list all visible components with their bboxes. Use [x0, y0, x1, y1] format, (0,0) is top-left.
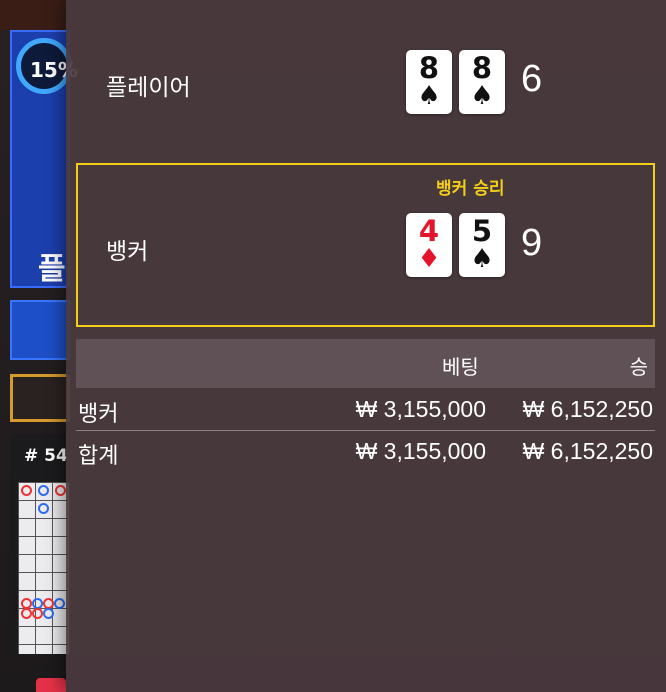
spade-icon: ♠: [417, 81, 441, 111]
roadmap-label: # 54: [24, 446, 68, 466]
player-score: 6: [521, 58, 543, 100]
total-row-label: 합계: [78, 444, 119, 469]
spade-icon: ♠: [470, 81, 494, 111]
background-top-strip: [0, 0, 70, 30]
card-rank: 8: [471, 51, 493, 85]
road-dot: [43, 608, 54, 619]
road-dot: [32, 608, 43, 619]
road-dot: [55, 485, 66, 496]
bet-table-header: [76, 339, 655, 388]
player-card-2: 8 ♠: [459, 50, 505, 114]
winner-highlight-box: [76, 163, 655, 327]
banker-card-2: 5 ♠: [459, 213, 505, 277]
banker-score: 9: [521, 222, 543, 264]
total-row-win: ₩ 6,152,250: [522, 438, 653, 464]
player-label: 플레이어: [106, 75, 191, 101]
bet-column-header: 베팅: [442, 355, 479, 379]
background-red-tag: [36, 678, 66, 692]
card-rank: 4: [418, 214, 440, 248]
bet-row-win: ₩ 6,152,250: [522, 396, 653, 422]
spade-icon: ♠: [470, 244, 494, 274]
bet-row-label: 뱅커: [78, 402, 119, 427]
road-dot: [38, 485, 49, 496]
road-dot: [54, 598, 65, 609]
table-divider: [76, 430, 655, 431]
roadmap-grid: [18, 482, 70, 654]
diamond-icon: ♦: [417, 244, 441, 274]
road-dot: [38, 503, 49, 514]
background-blue-button[interactable]: [10, 300, 70, 360]
road-dot: [21, 608, 32, 619]
bet-row-amount: ₩ 3,155,000: [355, 396, 486, 422]
background-gold-button[interactable]: [10, 374, 70, 422]
player-card-1: 8 ♠: [406, 50, 452, 114]
win-column-header: 승: [629, 355, 648, 379]
total-row-amount: ₩ 3,155,000: [355, 438, 486, 464]
winner-text: 뱅커 승리: [436, 179, 505, 199]
road-dot: [21, 485, 32, 496]
banker-label: 뱅커: [106, 239, 149, 265]
card-rank: 5: [471, 214, 493, 248]
banker-card-1: 4 ♦: [406, 213, 452, 277]
round-result-panel: 플레이어 8 ♠ 8 ♠ 6 뱅커 승리 뱅커 4 ♦ 5 ♠ 9 베팅 승 뱅…: [66, 0, 666, 692]
background-player-bet-label: 플: [38, 252, 66, 287]
card-rank: 8: [418, 51, 440, 85]
